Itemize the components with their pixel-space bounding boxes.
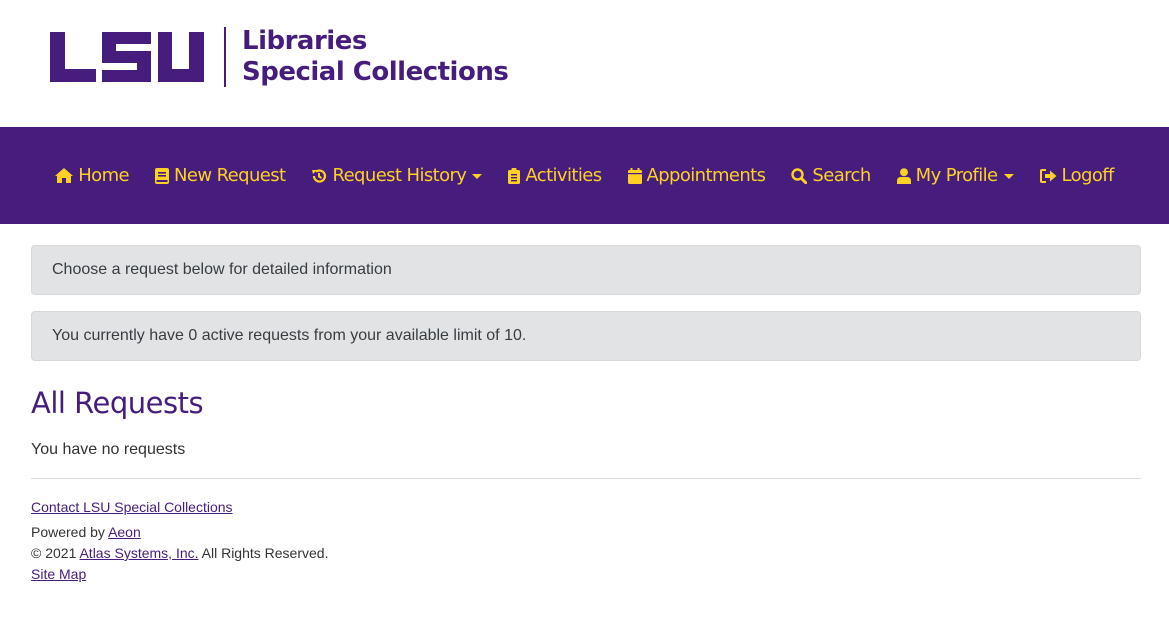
copyright-suffix: All Rights Reserved. bbox=[198, 545, 329, 561]
info-alert-choose-text: Choose a request below for detailed info… bbox=[52, 261, 392, 278]
site-footer: Contact LSU Special Collections Powered … bbox=[31, 497, 328, 585]
history-icon bbox=[312, 168, 327, 183]
site-map-link[interactable]: Site Map bbox=[31, 566, 86, 582]
sign-out-icon bbox=[1039, 168, 1057, 183]
logo-line-special-collections: Special Collections bbox=[242, 57, 509, 87]
nav-request-history[interactable]: Request History bbox=[298, 165, 495, 186]
nav-new-request-label: New Request bbox=[173, 165, 286, 186]
info-alert-choose-request: Choose a request below for detailed info… bbox=[31, 245, 1141, 295]
nav-appointments[interactable]: Appointments bbox=[615, 165, 779, 186]
nav-appointments-label: Appointments bbox=[646, 165, 767, 186]
nav-request-history-label: Request History bbox=[332, 165, 467, 186]
logo-line-libraries: Libraries bbox=[242, 26, 367, 56]
main-navbar: Home New Request Request History Activit… bbox=[0, 127, 1169, 224]
nav-my-profile[interactable]: My Profile bbox=[884, 165, 1027, 186]
sitemap-line: Site Map bbox=[31, 564, 328, 585]
logo-divider bbox=[224, 27, 226, 87]
empty-requests-message: You have no requests bbox=[31, 441, 186, 458]
logo-text: Libraries Special Collections bbox=[242, 26, 509, 88]
nav-search[interactable]: Search bbox=[778, 165, 883, 186]
site-header: Libraries Special Collections bbox=[0, 0, 1169, 127]
nav-home[interactable]: Home bbox=[42, 165, 142, 186]
user-icon bbox=[896, 167, 911, 184]
nav-home-label: Home bbox=[78, 165, 129, 186]
info-alert-limit-text: You currently have 0 active requests fro… bbox=[52, 327, 527, 344]
nav-new-request[interactable]: New Request bbox=[142, 165, 299, 186]
clipboard-icon bbox=[508, 167, 521, 184]
atlas-systems-link[interactable]: Atlas Systems, Inc. bbox=[79, 545, 198, 561]
info-alert-request-limit: You currently have 0 active requests fro… bbox=[31, 311, 1141, 361]
content-divider bbox=[31, 478, 1141, 479]
contact-link[interactable]: Contact LSU Special Collections bbox=[31, 497, 328, 518]
chevron-down-icon bbox=[472, 174, 483, 179]
chevron-down-icon bbox=[1003, 174, 1014, 179]
aeon-link[interactable]: Aeon bbox=[108, 524, 141, 540]
search-icon bbox=[791, 167, 808, 184]
nav-logoff[interactable]: Logoff bbox=[1027, 165, 1127, 186]
copyright-prefix: © 2021 bbox=[31, 545, 80, 561]
powered-by-text: Powered by bbox=[31, 524, 109, 540]
nav-activities-label: Activities bbox=[525, 165, 602, 186]
nav-my-profile-label: My Profile bbox=[915, 165, 998, 186]
copyright-line: © 2021 Atlas Systems, Inc. All Rights Re… bbox=[31, 543, 328, 564]
nav-activities[interactable]: Activities bbox=[495, 165, 614, 186]
book-icon bbox=[154, 167, 169, 184]
lsu-logo-mark bbox=[50, 32, 204, 82]
page-title: All Requests bbox=[31, 386, 204, 420]
nav-search-label: Search bbox=[812, 165, 871, 186]
calendar-icon bbox=[627, 167, 642, 184]
powered-by-line: Powered by Aeon bbox=[31, 522, 328, 543]
nav-logoff-label: Logoff bbox=[1061, 165, 1115, 186]
lsu-libraries-logo[interactable]: Libraries Special Collections bbox=[50, 26, 509, 88]
home-icon bbox=[55, 168, 74, 183]
